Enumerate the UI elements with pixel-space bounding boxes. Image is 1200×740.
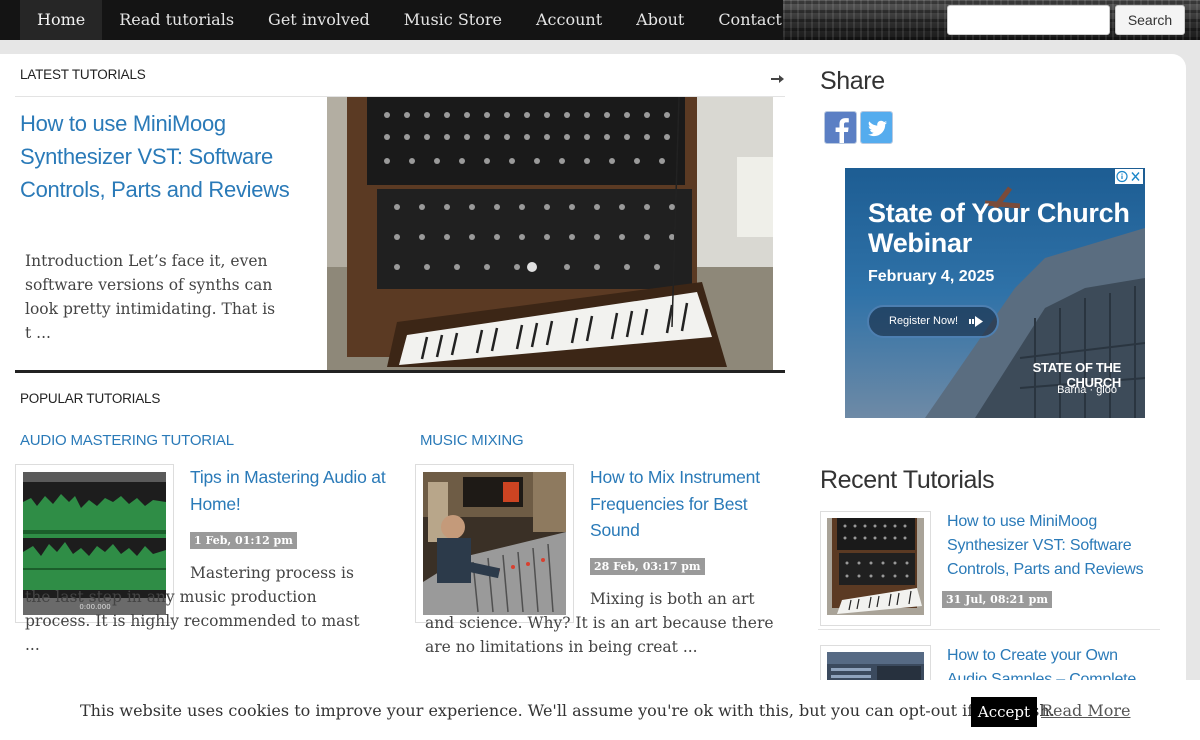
cookie-message: This website uses cookies to improve you… [80, 701, 1055, 720]
post-date-badge: 1 Feb, 01:12 pm [190, 532, 297, 549]
recent-tutorials-heading: Recent Tutorials [820, 466, 995, 494]
featured-post-excerpt: Introduction Let’s face it, even softwar… [25, 252, 276, 342]
advertisement-banner[interactable]: State of Your Church Webinar February 4,… [845, 168, 1145, 418]
arrow-right-icon[interactable] [771, 74, 784, 84]
section-divider-thick [15, 370, 785, 373]
post-title-mixing[interactable]: How to Mix Instrument Frequencies for Be… [590, 464, 780, 544]
category-audio-mastering[interactable]: AUDIO MASTERING TUTORIAL [20, 432, 234, 449]
main-menu: Home Read tutorials Get involved Music S… [20, 0, 799, 40]
top-navbar: Home Read tutorials Get involved Music S… [0, 0, 1200, 40]
read-more-link[interactable]: Read More [1041, 701, 1131, 720]
nav-account[interactable]: Account [519, 0, 619, 40]
ad-register-label: Register Now! [889, 315, 959, 327]
recent-thumbnail-synth[interactable] [820, 511, 931, 626]
ad-title: State of Your Church Webinar [868, 198, 1130, 258]
recent-post-title-minimoog[interactable]: How to use MiniMoog Synthesizer VST: Sof… [947, 510, 1157, 582]
register-arrow-icon [969, 316, 983, 327]
accept-cookies-button[interactable]: Accept [971, 697, 1037, 727]
synthesizer-photo [327, 97, 773, 371]
synth-thumbnail-image [827, 518, 924, 615]
search-button[interactable]: Search [1115, 5, 1185, 35]
share-heading: Share [820, 67, 885, 95]
post-date-badge: 28 Feb, 03:17 pm [590, 558, 705, 575]
ad-brand-sub: Barna · gloo [1057, 384, 1117, 396]
post-title-mastering[interactable]: Tips in Mastering Audio at Home! [190, 464, 390, 517]
latest-tutorials-label: LATEST TUTORIALS [20, 67, 146, 82]
twitter-icon[interactable] [860, 111, 893, 144]
nav-about[interactable]: About [619, 0, 701, 40]
cookie-consent-bar: This website uses cookies to improve you… [0, 680, 1200, 740]
featured-post-image[interactable] [327, 97, 773, 371]
nav-get-involved[interactable]: Get involved [251, 0, 387, 40]
facebook-icon[interactable] [824, 111, 857, 144]
nav-read-tutorials[interactable]: Read tutorials [102, 0, 251, 40]
popular-tutorials-label: POPULAR TUTORIALS [20, 391, 161, 406]
recent-post-date-badge: 31 Jul, 08:21 pm [942, 591, 1053, 608]
ad-register-button[interactable]: Register Now! [867, 305, 999, 338]
post-excerpt-mixing: Mixing is both an art and science. Why? … [425, 590, 774, 656]
ad-date: February 4, 2025 [868, 268, 995, 285]
nav-music-store[interactable]: Music Store [387, 0, 519, 40]
featured-post-title[interactable]: How to use MiniMoog Synthesizer VST: Sof… [20, 107, 315, 206]
post-excerpt-mastering: Mastering process is the last step in an… [25, 564, 360, 654]
ad-choices-icon[interactable] [1115, 169, 1143, 184]
search-input[interactable] [947, 5, 1110, 35]
nav-home[interactable]: Home [20, 0, 103, 40]
recent-divider [818, 629, 1160, 630]
category-music-mixing[interactable]: MUSIC MIXING [420, 432, 524, 449]
